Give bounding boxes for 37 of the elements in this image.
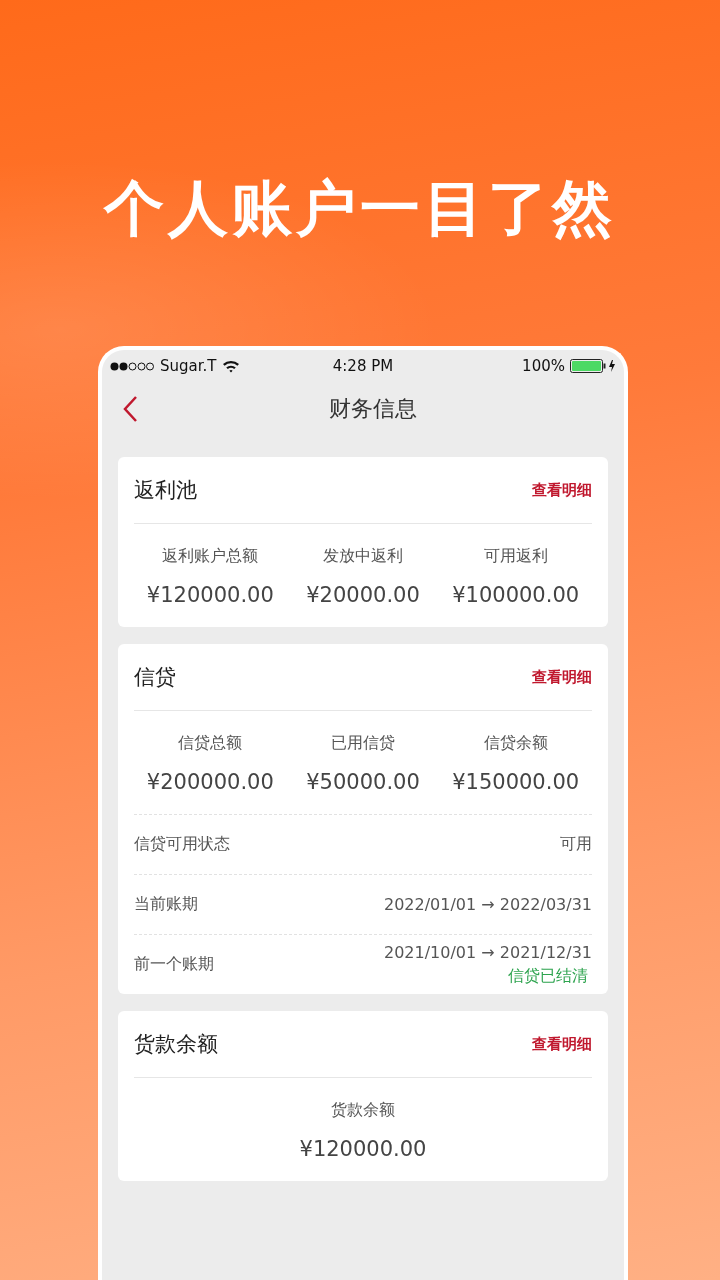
battery-icon xyxy=(570,359,616,373)
stat-value: ¥20000.00 xyxy=(306,583,420,607)
row-label: 信贷可用状态 xyxy=(134,834,230,855)
row-label: 当前账期 xyxy=(134,894,198,915)
status-note: 信贷已结清 xyxy=(508,965,588,987)
stat-label: 货款余额 xyxy=(331,1100,395,1121)
stat-label: 可用返利 xyxy=(483,546,548,567)
page-title: 财务信息 xyxy=(329,395,417,423)
stat-label: 信贷余额 xyxy=(483,733,548,754)
stat-value: ¥50000.00 xyxy=(306,770,420,794)
card-title: 返利池 xyxy=(134,477,197,504)
headline: 个人账户一目了然 xyxy=(104,173,616,243)
stat-label: 发放中返利 xyxy=(323,546,403,567)
stat-value: ¥150000.00 xyxy=(452,770,580,794)
signal-icon xyxy=(110,361,154,371)
battery-percent: 100% xyxy=(522,357,565,375)
row-value: 2021/10/01 → 2021/12/31 xyxy=(384,942,592,962)
stat-label: 返利账户总额 xyxy=(162,546,259,567)
details-link[interactable]: 查看明细 xyxy=(532,667,592,687)
back-button[interactable] xyxy=(122,395,138,423)
stat-value: ¥120000.00 xyxy=(146,583,274,607)
details-link[interactable]: 查看明细 xyxy=(532,480,592,500)
stat-value: ¥100000.00 xyxy=(452,583,580,607)
carrier-name: Sugar.T xyxy=(160,357,217,375)
clock-time: 4:28 PM xyxy=(332,357,394,375)
wifi-icon xyxy=(222,359,241,373)
stat-value: ¥120000.00 xyxy=(299,1137,427,1161)
back-chevron-icon xyxy=(122,395,138,423)
details-link[interactable]: 查看明细 xyxy=(532,1034,592,1054)
row-value: 2022/01/01 → 2022/03/31 xyxy=(384,895,592,914)
card-title: 信贷 xyxy=(134,664,176,691)
row-value: 可用 xyxy=(560,834,592,855)
stat-label: 已用信贷 xyxy=(331,733,395,754)
row-label: 前一个账期 xyxy=(134,954,214,975)
stat-value: ¥200000.00 xyxy=(146,770,274,794)
card-title: 货款余额 xyxy=(134,1031,218,1058)
stat-label: 信贷总额 xyxy=(178,733,243,754)
